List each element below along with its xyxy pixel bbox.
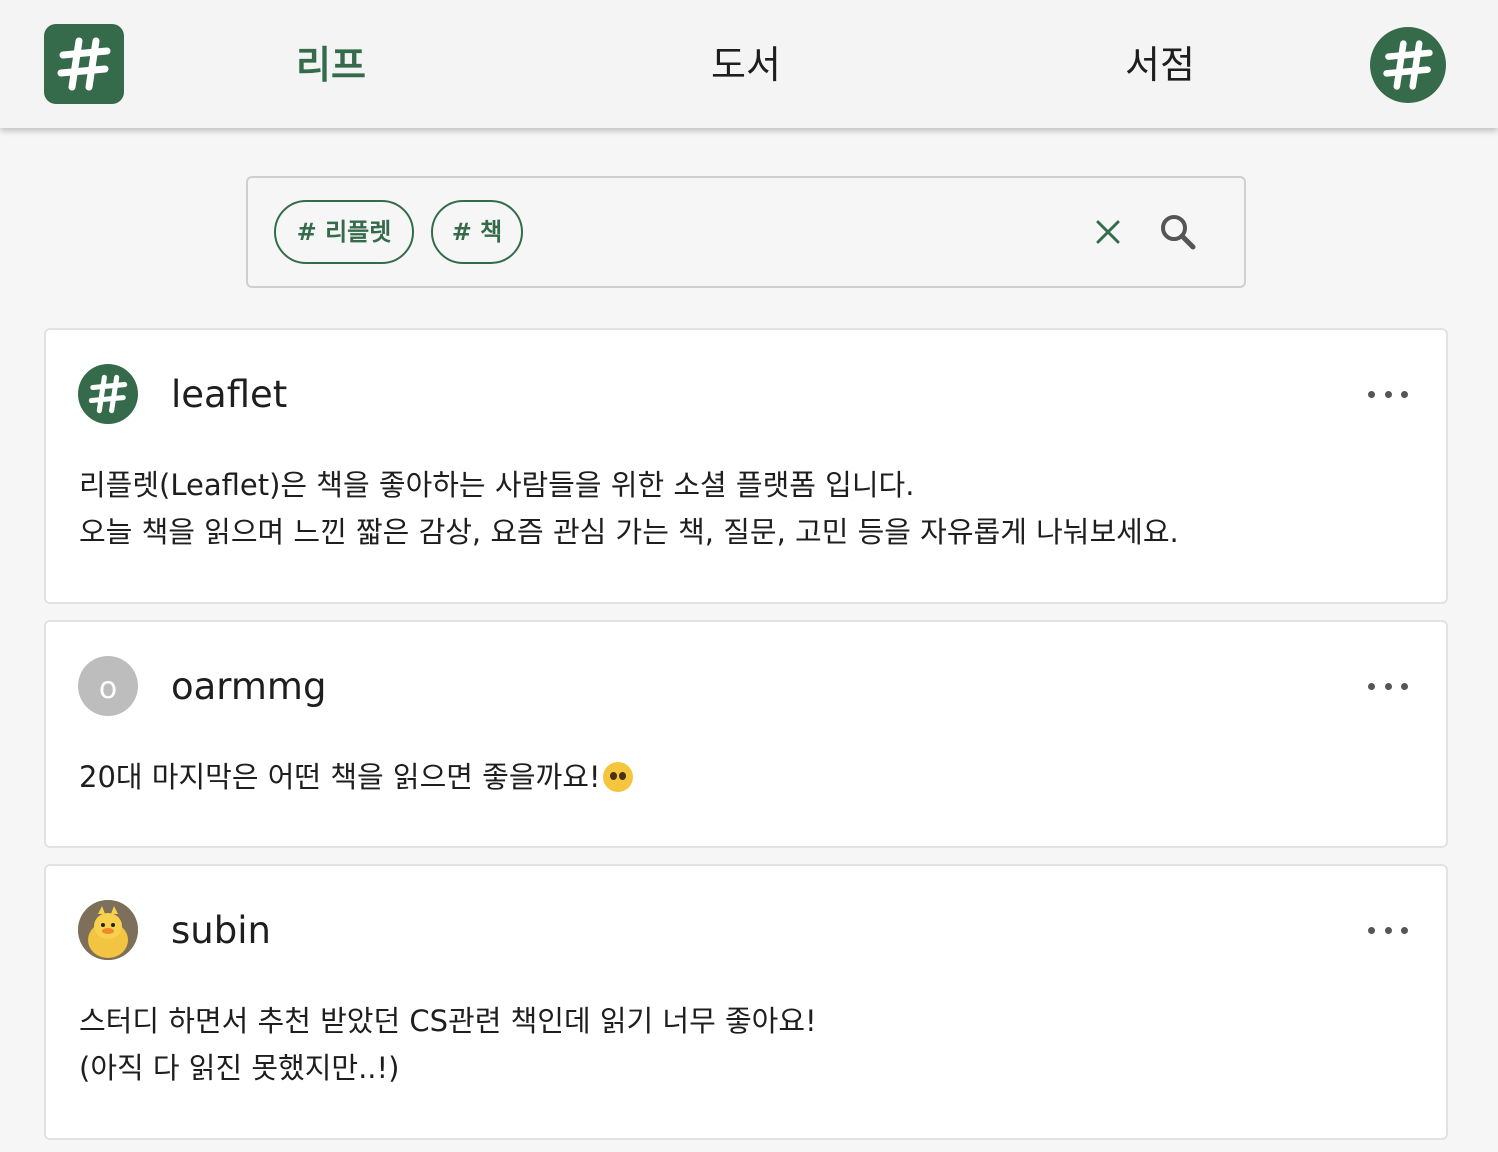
dot-icon	[1368, 926, 1375, 934]
dot-icon	[1384, 390, 1392, 398]
more-options-button[interactable]	[1368, 676, 1408, 696]
dot-icon	[1401, 390, 1408, 398]
tab-books[interactable]: 도서	[646, 40, 846, 90]
tag-chip-book[interactable]: # 책	[431, 200, 523, 264]
post-line: 오늘 책을 읽으며 느낀 짧은 감상, 요즘 관심 가는 책, 질문, 고민 등…	[79, 515, 1179, 549]
post-line: 20대 마지막은 어떤 책을 읽으면 좋을까요!	[79, 754, 1406, 801]
profile-button[interactable]	[1370, 27, 1446, 103]
post-content: 리플렛(Leaflet)은 책을 좋아하는 사람들을 위한 소셜 플랫폼 입니다…	[79, 462, 1406, 556]
post-content: 20대 마지막은 어떤 책을 읽으면 좋을까요!	[79, 754, 1406, 801]
post-text: 20대 마지막은 어떤 책을 읽으면 좋을까요!	[79, 760, 601, 794]
tab-leaf[interactable]: 리프	[231, 40, 431, 90]
tag-search-bar[interactable]: # 리플렛 # 책	[246, 176, 1246, 288]
search-icon	[1161, 215, 1196, 250]
dot-icon	[1384, 682, 1392, 690]
post-card[interactable]: leaflet 리플렛(Leaflet)은 책을 좋아하는 사람들을 위한 소셜…	[44, 328, 1448, 604]
post-card[interactable]: subin 스터디 하면서 추천 받았던 CS관련 책인데 읽기 너무 좋아요!…	[44, 864, 1448, 1140]
tag-chip-leaflet[interactable]: # 리플렛	[274, 200, 414, 264]
post-content: 스터디 하면서 추천 받았던 CS관련 책인데 읽기 너무 좋아요! (아직 다…	[79, 998, 1406, 1092]
post-line: 리플렛(Leaflet)은 책을 좋아하는 사람들을 위한 소셜 플랫폼 입니다…	[79, 468, 915, 502]
more-options-button[interactable]	[1368, 384, 1408, 404]
dot-icon	[1401, 926, 1408, 934]
dot-icon	[1368, 682, 1375, 690]
more-options-button[interactable]	[1368, 920, 1408, 940]
post-line: (아직 다 읽진 못했지만..!)	[79, 1051, 400, 1085]
avatar[interactable]	[78, 900, 138, 960]
post-card[interactable]: o oarmmg 20대 마지막은 어떤 책을 읽으면 좋을까요!	[44, 620, 1448, 848]
tab-bookstore[interactable]: 서점	[1060, 40, 1260, 90]
hashtag-icon	[1383, 40, 1433, 90]
post-line: 스터디 하면서 추천 받았던 CS관련 책인데 읽기 너무 좋아요!	[79, 1004, 817, 1038]
pleading-face-emoji	[602, 762, 633, 792]
post-username[interactable]: subin	[171, 908, 271, 954]
avatar[interactable]: o	[78, 656, 138, 716]
app-logo[interactable]	[44, 24, 124, 104]
dot-icon	[1384, 926, 1392, 934]
top-navigation-bar: 리프 도서 서점	[0, 0, 1498, 128]
dot-icon	[1401, 682, 1408, 690]
post-username[interactable]: oarmmg	[171, 664, 326, 710]
avatar[interactable]	[78, 364, 138, 424]
clear-search-button[interactable]	[1090, 214, 1126, 250]
search-button[interactable]	[1154, 208, 1202, 256]
hashtag-icon	[57, 37, 111, 91]
post-username[interactable]: leaflet	[171, 372, 287, 418]
close-icon	[1096, 220, 1120, 244]
hashtag-icon	[88, 374, 128, 414]
duck-avatar-icon	[78, 900, 138, 960]
dot-icon	[1368, 390, 1375, 398]
